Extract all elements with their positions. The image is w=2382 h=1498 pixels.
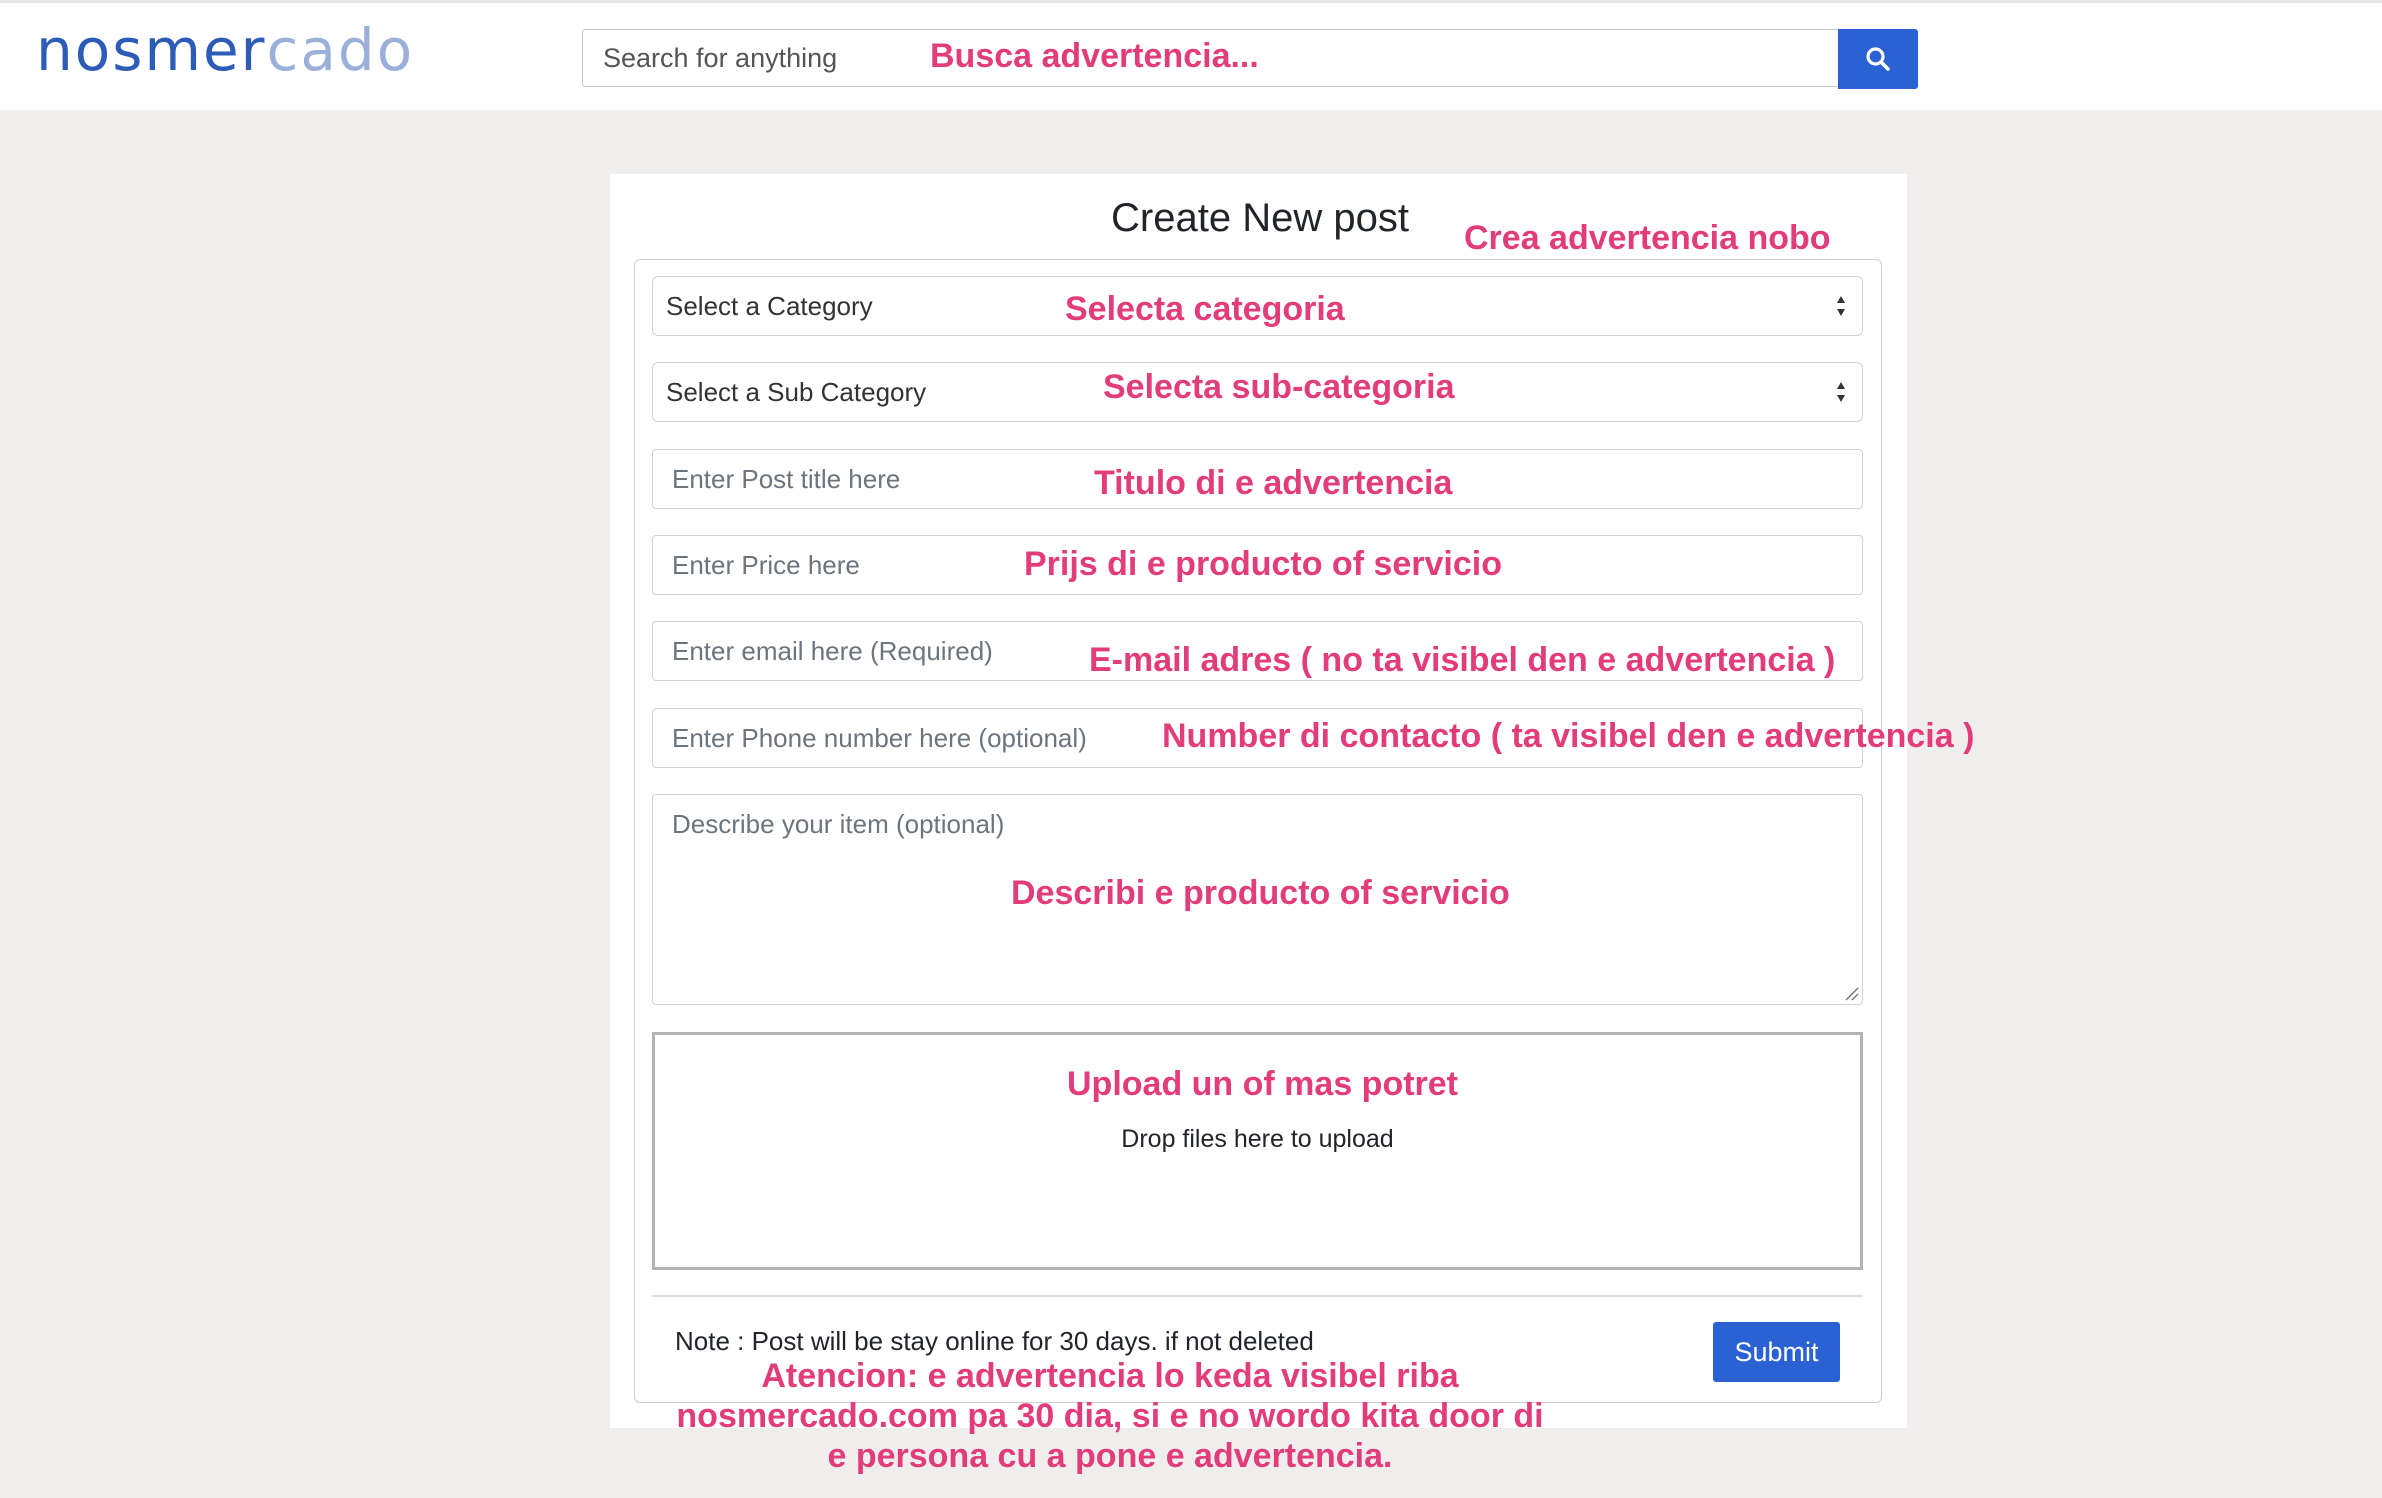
annotation-phone: Number di contacto ( ta visibel den e ad… [1162, 717, 1975, 755]
annotation-note: Atencion: e advertencia lo keda visibel … [660, 1356, 1560, 1476]
annotation-search: Busca advertencia... [930, 37, 1259, 75]
annotation-note-line-3: e persona cu a pone e advertencia. [827, 1437, 1393, 1475]
page-title: Create New post [1111, 196, 1409, 240]
dropzone-text: Drop files here to upload [1121, 1125, 1394, 1153]
logo-text-primary: nosmer [36, 16, 267, 84]
category-select-value: Select a Category [666, 290, 873, 321]
annotation-note-line-1: Atencion: e advertencia lo keda visibel … [761, 1357, 1459, 1395]
annotation-email: E-mail adres ( no ta visibel den e adver… [1089, 641, 1836, 679]
resize-grip-icon[interactable] [1843, 985, 1859, 1001]
post-duration-note: Note : Post will be stay online for 30 d… [675, 1326, 1314, 1356]
search-icon [1866, 47, 1890, 71]
annotation-title: Crea advertencia nobo [1464, 219, 1831, 257]
form-divider [652, 1295, 1863, 1297]
annotation-description: Describi e producto of servicio [1011, 874, 1510, 912]
annotation-note-line-2: nosmercado.com pa 30 dia, si e no wordo … [676, 1397, 1544, 1435]
annotation-price: Prijs di e producto of servicio [1024, 545, 1502, 583]
submit-button[interactable]: Submit [1713, 1322, 1840, 1382]
site-logo[interactable]: nosmer cado [36, 15, 414, 85]
annotation-upload: Upload un of mas potret [1067, 1065, 1458, 1103]
select-arrows-icon [1837, 382, 1845, 402]
logo-text-secondary: cado [266, 16, 415, 84]
annotation-category: Selecta categoria [1065, 290, 1345, 328]
annotation-subcategory: Selecta sub-categoria [1103, 368, 1455, 406]
annotation-post-title: Titulo di e advertencia [1094, 464, 1453, 502]
subcategory-select-value: Select a Sub Category [666, 376, 927, 407]
search-button[interactable] [1838, 29, 1918, 89]
select-arrows-icon [1837, 296, 1845, 316]
